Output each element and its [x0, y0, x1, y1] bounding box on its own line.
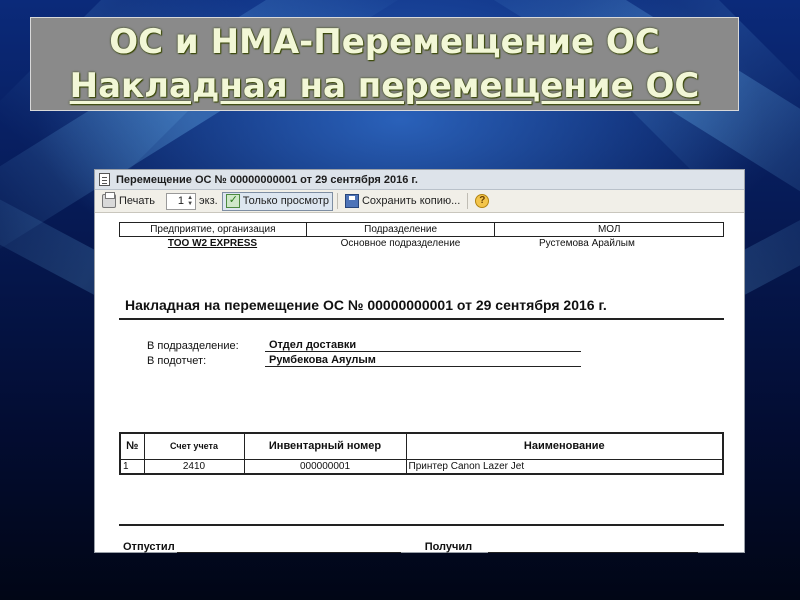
- organization-value: ТОО W2 EXPRESS: [167, 238, 258, 249]
- to-department-label: В подразделение:: [147, 340, 239, 352]
- print-button-label: Печать: [119, 195, 156, 207]
- items-table-header: № Счет учета Инвентарный номер Наименова…: [119, 432, 724, 460]
- items-table: № Счет учета Инвентарный номер Наименова…: [119, 432, 724, 475]
- divider: [119, 524, 724, 526]
- cell-name: Принтер Canon Lazer Jet: [405, 458, 724, 475]
- toolbar-separator: [336, 193, 338, 209]
- divider: [119, 318, 724, 320]
- help-button[interactable]: ?: [472, 192, 492, 211]
- stepper-arrows-icon[interactable]: ▲ ▼: [186, 195, 194, 208]
- col-name: Наименование: [405, 432, 724, 460]
- header-table: Предприятие, организация Подразделение М…: [119, 222, 724, 237]
- to-department-row: В подразделение: Отдел доставки: [147, 337, 581, 352]
- cell-number: 1: [119, 458, 145, 475]
- save-copy-button[interactable]: Сохранить копию...: [342, 192, 463, 211]
- save-copy-label: Сохранить копию...: [361, 195, 461, 207]
- table-row: 1 2410 000000001 Принтер Canon Lazer Jet: [119, 458, 724, 475]
- released-signature-line: [176, 552, 401, 553]
- copies-stepper[interactable]: 1 ▲ ▼: [166, 192, 197, 210]
- view-only-icon: [225, 193, 240, 208]
- signatures: Отпустил Получил: [123, 541, 699, 553]
- header-col-department: Подразделение: [305, 222, 496, 237]
- transfer-fields: В подразделение: Отдел доставки В подотч…: [147, 337, 581, 367]
- document-title: Накладная на перемещение ОС № 0000000000…: [125, 297, 607, 313]
- document-window: Перемещение ОС № 00000000001 от 29 сентя…: [94, 169, 745, 553]
- window-title: Перемещение ОС № 00000000001 от 29 сентя…: [116, 173, 418, 186]
- printer-icon: [102, 192, 116, 208]
- window-titlebar[interactable]: Перемещение ОС № 00000000001 от 29 сентя…: [95, 170, 744, 190]
- slide-title: ОС и НМА-Перемещение ОС: [109, 22, 660, 62]
- document-content: Предприятие, организация Подразделение М…: [95, 214, 744, 553]
- col-number: №: [119, 432, 145, 460]
- view-only-button[interactable]: Только просмотр: [221, 191, 333, 211]
- slide-subtitle: Накладная на перемещение ОС: [69, 66, 700, 106]
- col-inventory-number: Инвентарный номер: [243, 432, 407, 460]
- cell-inventory-number: 000000001: [243, 458, 407, 475]
- copies-value: 1: [177, 195, 185, 207]
- department-value: Основное подразделение: [340, 238, 461, 249]
- slide-title-box: ОС и НМА-Перемещение ОС Накладная на пер…: [30, 17, 739, 111]
- document-icon: [99, 173, 110, 186]
- header-values: ТОО W2 EXPRESS Основное подразделение Ру…: [119, 238, 724, 249]
- print-button[interactable]: Печать: [99, 192, 158, 211]
- received-label: Получил: [424, 541, 473, 553]
- to-person-row: В подотчет: Румбекова Аяулым: [147, 352, 581, 367]
- to-person-value: Румбекова Аяулым: [265, 354, 581, 367]
- toolbar: Печать 1 ▲▼ экз. Только просмотр Сохрани…: [95, 190, 744, 213]
- copies-suffix: экз.: [199, 195, 218, 207]
- to-person-label: В подотчет:: [147, 355, 207, 367]
- header-col-mol: МОЛ: [494, 222, 724, 237]
- floppy-disk-icon: [344, 194, 359, 208]
- help-icon: ?: [475, 194, 490, 208]
- mol-value: Рустемова Арайлым: [539, 238, 635, 249]
- released-label: Отпустил: [123, 541, 175, 553]
- header-col-organization: Предприятие, организация: [119, 222, 307, 237]
- toolbar-separator: [467, 193, 469, 209]
- cell-account: 2410: [143, 458, 245, 475]
- received-signature-line: [488, 552, 699, 553]
- view-only-label: Только просмотр: [242, 195, 329, 207]
- col-account: Счет учета: [143, 432, 245, 460]
- to-department-value: Отдел доставки: [265, 339, 581, 352]
